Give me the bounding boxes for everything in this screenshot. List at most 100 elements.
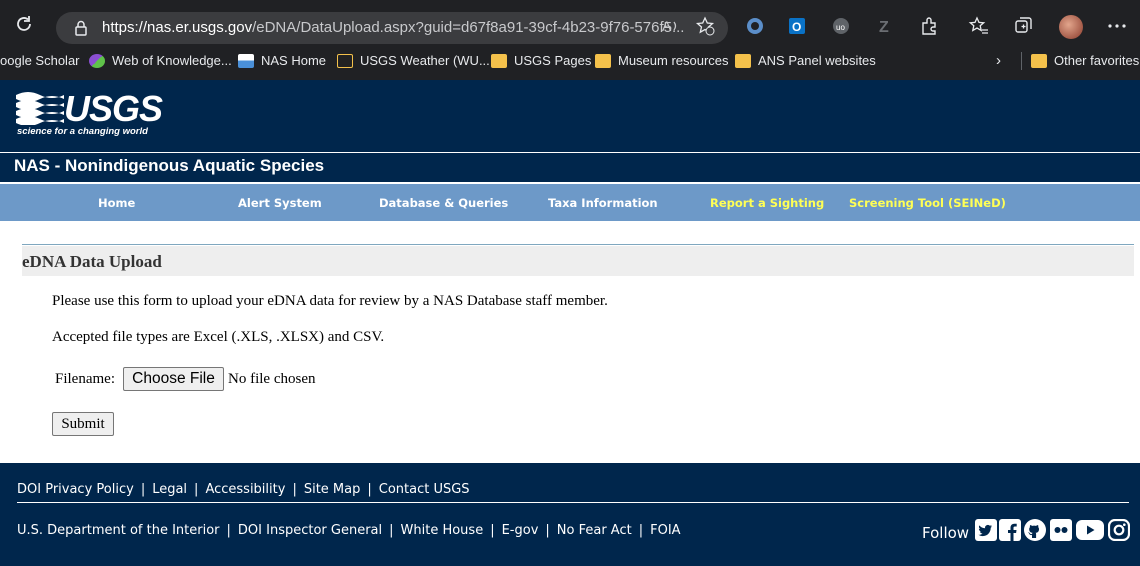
bookmark-label: USGS Weather (WU... (360, 53, 490, 68)
lock-icon[interactable] (72, 19, 90, 37)
footer-link-site-map[interactable]: Site Map (304, 482, 361, 497)
add-favorite-icon[interactable] (694, 15, 716, 37)
footer-separator: | (367, 482, 372, 497)
bookmark-label: USGS Pages (514, 53, 592, 68)
folder-icon (735, 53, 751, 68)
footer-separator: | (226, 523, 231, 538)
web-of-knowledge-icon (89, 53, 105, 68)
outlook-icon[interactable]: O (786, 15, 808, 37)
chevron-right-icon[interactable]: › (996, 52, 1001, 69)
intro-text: Please use this form to upload your eDNA… (52, 293, 608, 309)
bookmark-label: ANS Panel websites (758, 53, 876, 68)
youtube-icon[interactable] (1076, 519, 1104, 541)
footer-separator: | (638, 523, 644, 538)
facebook-icon[interactable] (999, 519, 1021, 541)
footer-separator: | (545, 523, 550, 538)
usgs-logo[interactable]: USGS science for a changing world (16, 88, 163, 137)
favorites-icon[interactable] (968, 15, 990, 37)
footer-link-accessibility[interactable]: Accessibility (205, 482, 285, 497)
instagram-icon[interactable] (1108, 519, 1130, 541)
bookmark-other-favorites[interactable]: Other favorites (1031, 53, 1139, 68)
filename-label: Filename: (55, 371, 115, 387)
bookmark-ans-panel-websites[interactable]: ANS Panel websites (735, 53, 876, 68)
footer-separator: | (490, 523, 495, 538)
url-text[interactable]: https://nas.er.usgs.gov/eDNA/DataUpload.… (102, 19, 684, 36)
section-header (22, 246, 1134, 276)
file-types-text: Accepted file types are Excel (.XLS, .XL… (52, 329, 385, 345)
browser-chrome: https://nas.er.usgs.gov/eDNA/DataUpload.… (0, 0, 1140, 80)
profile-avatar[interactable] (1059, 15, 1083, 39)
bookmark-label: Web of Knowledge... (112, 53, 232, 68)
footer-links-secondary: U.S. Department of the Interior | DOI Insp… (17, 523, 681, 538)
site-title[interactable]: NAS - Nonindigenous Aquatic Species (14, 156, 324, 176)
footer-divider (17, 502, 1129, 503)
svg-text:A: A (662, 18, 672, 34)
nav-home[interactable]: Home (98, 196, 135, 210)
footer-separator: | (389, 523, 394, 538)
weather-underground-icon (337, 53, 353, 68)
usgs-header (0, 80, 1140, 152)
footer-separator: | (140, 482, 146, 497)
extensions-icon[interactable] (918, 15, 940, 37)
usgs-logo-text: USGS (64, 88, 163, 129)
site-footer (0, 463, 1140, 566)
footer-separator: | (194, 482, 199, 497)
footer-link-privacy[interactable]: DOI Privacy Policy (17, 482, 134, 497)
footer-link-doi[interactable]: U.S. Department of the Interior (17, 523, 220, 538)
bookmark-label: Museum resources (618, 53, 729, 68)
footer-links-primary: DOI Privacy Policy | Legal | Accessibility | S… (17, 482, 470, 497)
nas-home-icon (238, 53, 254, 68)
read-aloud-icon[interactable]: A (660, 15, 682, 37)
footer-link-inspector-general[interactable]: DOI Inspector General (238, 523, 382, 538)
footer-separator: | (292, 482, 297, 497)
bookmark-museum-resources[interactable]: Museum resources (595, 53, 729, 68)
footer-link-foia[interactable]: FOIA (650, 523, 680, 538)
follow-label: Follow (922, 524, 970, 542)
usgs-wave-icon (16, 92, 64, 125)
nav-alert-system[interactable]: Alert System (238, 196, 322, 210)
flickr-icon[interactable] (1050, 519, 1072, 541)
page-title: eDNA Data Upload (22, 252, 162, 271)
bookmarks-bar: oogle Scholar Web of Knowledge... NAS Ho… (0, 46, 1140, 76)
nav-screening-tool[interactable]: Screening Tool (SEINeD) (849, 196, 1006, 210)
bookmark-divider (1021, 52, 1022, 70)
svg-text:Z: Z (879, 19, 889, 36)
url-host: https://nas.er.usgs.gov (102, 19, 253, 36)
bookmark-usgs-pages[interactable]: USGS Pages (491, 53, 591, 68)
url-path: /eDNA/DataUpload.aspx?guid=d67f8a91-39cf… (252, 19, 685, 36)
footer-link-white-house[interactable]: White House (401, 523, 484, 538)
github-icon[interactable] (1024, 519, 1046, 541)
bookmark-web-of-knowledge[interactable]: Web of Knowledge... (89, 53, 232, 68)
footer-link-legal[interactable]: Legal (152, 482, 187, 497)
nav-taxa-information[interactable]: Taxa Information (548, 196, 658, 210)
svg-text:uo: uo (836, 23, 845, 32)
footer-link-contact[interactable]: Contact USGS (379, 482, 470, 497)
usgs-tagline: science for a changing world (17, 126, 148, 137)
collections-icon[interactable] (1012, 15, 1034, 37)
section-divider (22, 244, 1134, 245)
bookmark-usgs-weather[interactable]: USGS Weather (WU... (337, 53, 490, 68)
svg-text:O: O (792, 20, 801, 34)
twitter-icon[interactable] (975, 519, 997, 541)
extension-circle-icon[interactable] (744, 15, 766, 37)
bookmark-label: Other favorites (1054, 53, 1140, 68)
bookmark-nas-home[interactable]: NAS Home (238, 53, 326, 68)
bookmark-label: NAS Home (261, 53, 327, 68)
zotero-icon[interactable]: Z (874, 15, 896, 37)
folder-icon (1031, 53, 1047, 68)
ublock-icon[interactable]: uo (830, 15, 852, 37)
address-row: https://nas.er.usgs.gov/eDNA/DataUpload.… (0, 0, 1140, 46)
more-options-icon[interactable] (1106, 15, 1128, 37)
footer-link-egov[interactable]: E-gov (502, 523, 539, 538)
nav-database-queries[interactable]: Database & Queries (379, 196, 508, 210)
bookmark-google-scholar[interactable]: oogle Scholar (0, 53, 80, 68)
submit-button[interactable]: Submit (52, 412, 114, 436)
nav-report-sighting[interactable]: Report a Sighting (710, 196, 824, 210)
bookmark-label: oogle Scholar (0, 53, 80, 68)
choose-file-button[interactable]: Choose File (123, 367, 224, 391)
reload-icon[interactable] (14, 14, 34, 34)
folder-icon (491, 53, 507, 68)
file-status-text: No file chosen (228, 371, 316, 387)
folder-icon (595, 53, 611, 68)
footer-link-no-fear-act[interactable]: No Fear Act (557, 523, 632, 538)
